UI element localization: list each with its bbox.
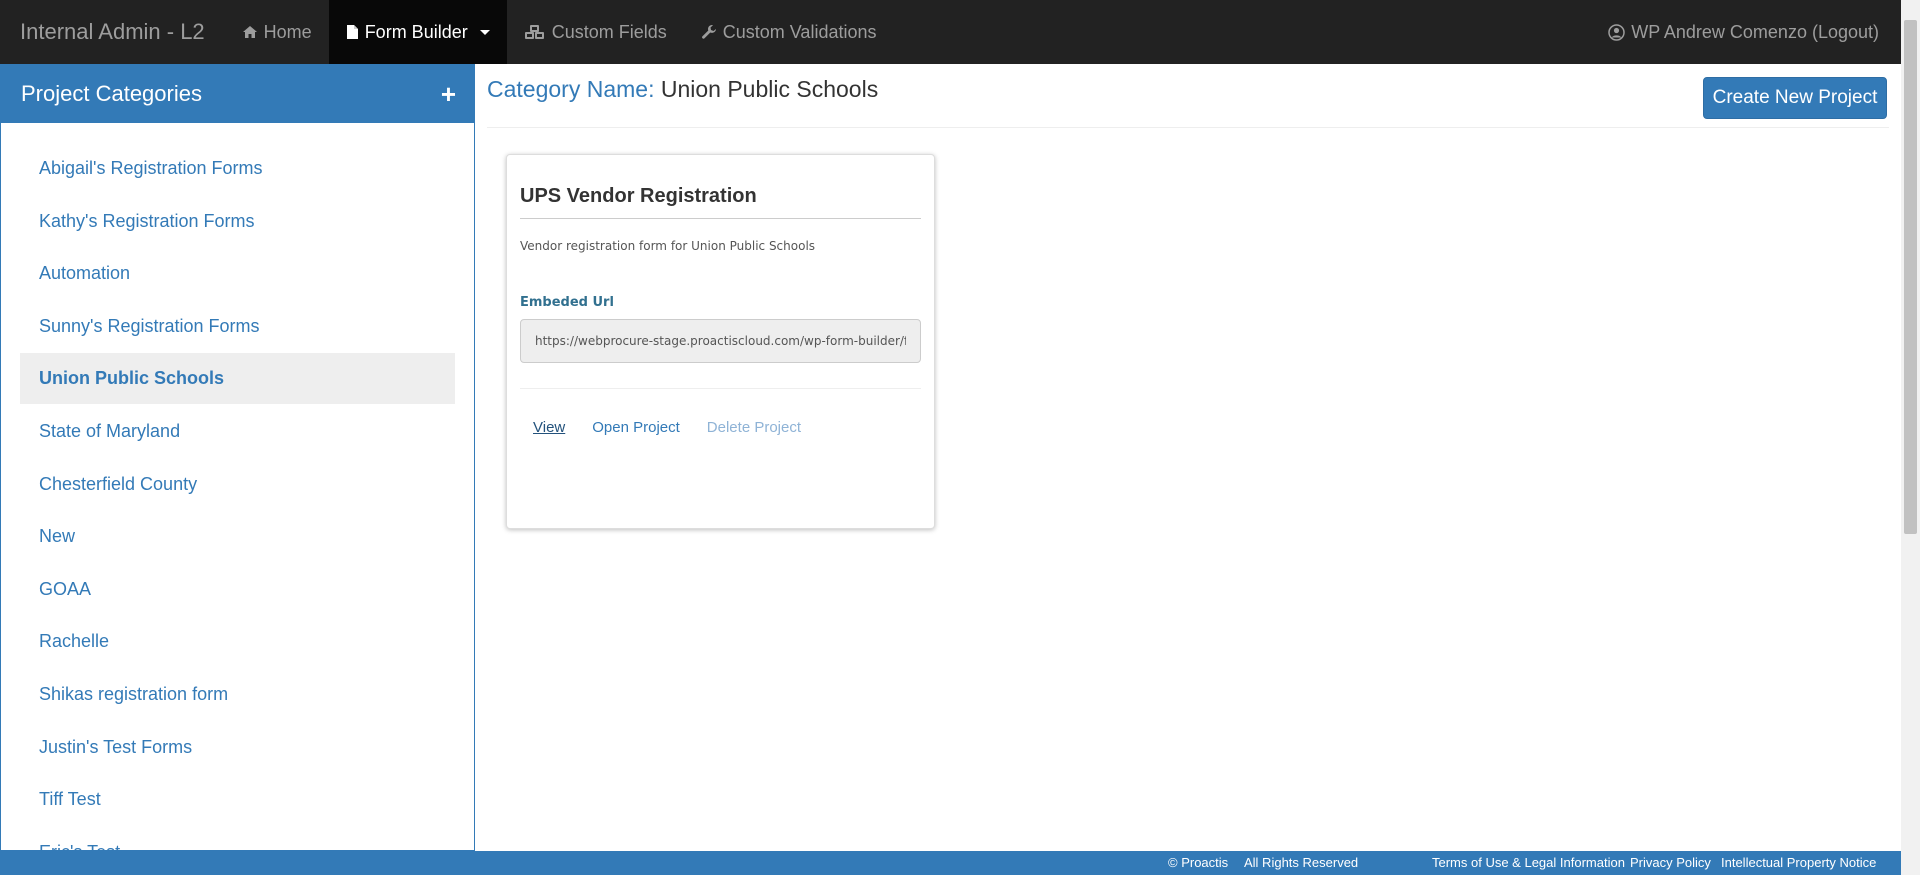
project-card: UPS Vendor Registration Vendor registrat… <box>506 154 935 529</box>
sidebar-item-erics-test[interactable]: Eric's Test <box>20 827 455 850</box>
category-name-value: Union Public Schools <box>660 76 879 102</box>
category-list: Abigail's Registration Forms Kathy's Reg… <box>1 123 474 850</box>
nav-custom-fields[interactable]: Custom Fields <box>507 0 684 64</box>
delete-project-link[interactable]: Delete Project <box>707 419 801 436</box>
footer-ip-link[interactable]: Intellectual Property Notice <box>1721 855 1876 870</box>
top-navbar: Internal Admin - L2 Home Form Builder Cu… <box>0 0 1901 64</box>
header-divider <box>487 127 1889 128</box>
sidebar-item-chesterfield-county[interactable]: Chesterfield County <box>20 459 455 510</box>
nav-home[interactable]: Home <box>225 0 329 64</box>
sidebar-item-goaa[interactable]: GOAA <box>20 564 455 615</box>
user-circle-icon <box>1608 23 1625 41</box>
sidebar-header: Project Categories + <box>1 64 474 123</box>
footer-privacy-link[interactable]: Privacy Policy <box>1630 855 1711 870</box>
sidebar: Project Categories + Abigail's Registrat… <box>0 64 475 851</box>
cubes-icon <box>524 24 546 40</box>
sidebar-item-abigails-registration-forms[interactable]: Abigail's Registration Forms <box>20 143 455 194</box>
nav-form-builder[interactable]: Form Builder <box>328 0 507 64</box>
page-scrollbar[interactable] <box>1901 0 1920 875</box>
embedded-url-label: Embeded Url <box>520 295 614 310</box>
app-brand[interactable]: Internal Admin - L2 <box>0 0 225 64</box>
footer-rights: All Rights Reserved <box>1244 855 1359 870</box>
create-new-project-button[interactable]: Create New Project <box>1703 77 1887 119</box>
nav-custom-fields-label: Custom Fields <box>551 21 667 42</box>
footer: © Proactis All Rights Reserved Terms of … <box>0 851 1901 875</box>
nav-home-label: Home <box>263 21 312 42</box>
sidebar-item-union-public-schools[interactable]: Union Public Schools <box>20 353 455 405</box>
sidebar-item-new[interactable]: New <box>20 511 455 562</box>
sidebar-item-tiff-test[interactable]: Tiff Test <box>20 774 455 825</box>
sidebar-item-kathys-registration-forms[interactable]: Kathy's Registration Forms <box>20 196 455 247</box>
project-description: Vendor registration form for Union Publi… <box>520 239 816 253</box>
footer-terms-link[interactable]: Terms of Use & Legal Information <box>1432 855 1625 870</box>
embedded-url-field[interactable] <box>520 319 921 363</box>
sidebar-item-justins-test-forms[interactable]: Justin's Test Forms <box>20 722 455 773</box>
sidebar-item-shikas-registration-form[interactable]: Shikas registration form <box>20 669 455 720</box>
nav-form-builder-label: Form Builder <box>364 21 468 42</box>
sidebar-item-rachelle[interactable]: Rachelle <box>20 616 455 667</box>
sidebar-title: Project Categories <box>21 80 202 106</box>
project-title: UPS Vendor Registration <box>520 155 921 219</box>
sidebar-item-sunnys-registration-forms[interactable]: Sunny's Registration Forms <box>20 301 455 352</box>
plus-icon[interactable]: + <box>441 81 456 107</box>
sidebar-item-state-of-maryland[interactable]: State of Maryland <box>20 406 455 457</box>
home-icon <box>242 25 258 39</box>
file-icon <box>346 24 359 40</box>
open-project-link[interactable]: Open Project <box>592 419 680 436</box>
chevron-down-icon <box>479 29 490 35</box>
wrench-icon <box>701 24 717 40</box>
nav-custom-validations-label: Custom Validations <box>722 21 877 42</box>
view-link[interactable]: View <box>533 419 565 436</box>
scrollbar-thumb[interactable] <box>1904 20 1917 534</box>
sidebar-item-automation[interactable]: Automation <box>20 248 455 299</box>
main-content: Category Name: Union Public Schools Crea… <box>475 64 1901 851</box>
category-name-label: Category Name: <box>487 76 655 102</box>
footer-copyright: © Proactis <box>1168 855 1229 870</box>
user-logout-link[interactable]: WP Andrew Comenzo (Logout) <box>1591 0 1901 64</box>
card-divider <box>520 388 921 389</box>
page-title: Category Name: Union Public Schools <box>487 76 878 103</box>
user-logout-label: WP Andrew Comenzo (Logout) <box>1631 21 1879 42</box>
nav-custom-validations[interactable]: Custom Validations <box>684 0 894 64</box>
card-actions: View Open Project Delete Project <box>520 419 921 436</box>
